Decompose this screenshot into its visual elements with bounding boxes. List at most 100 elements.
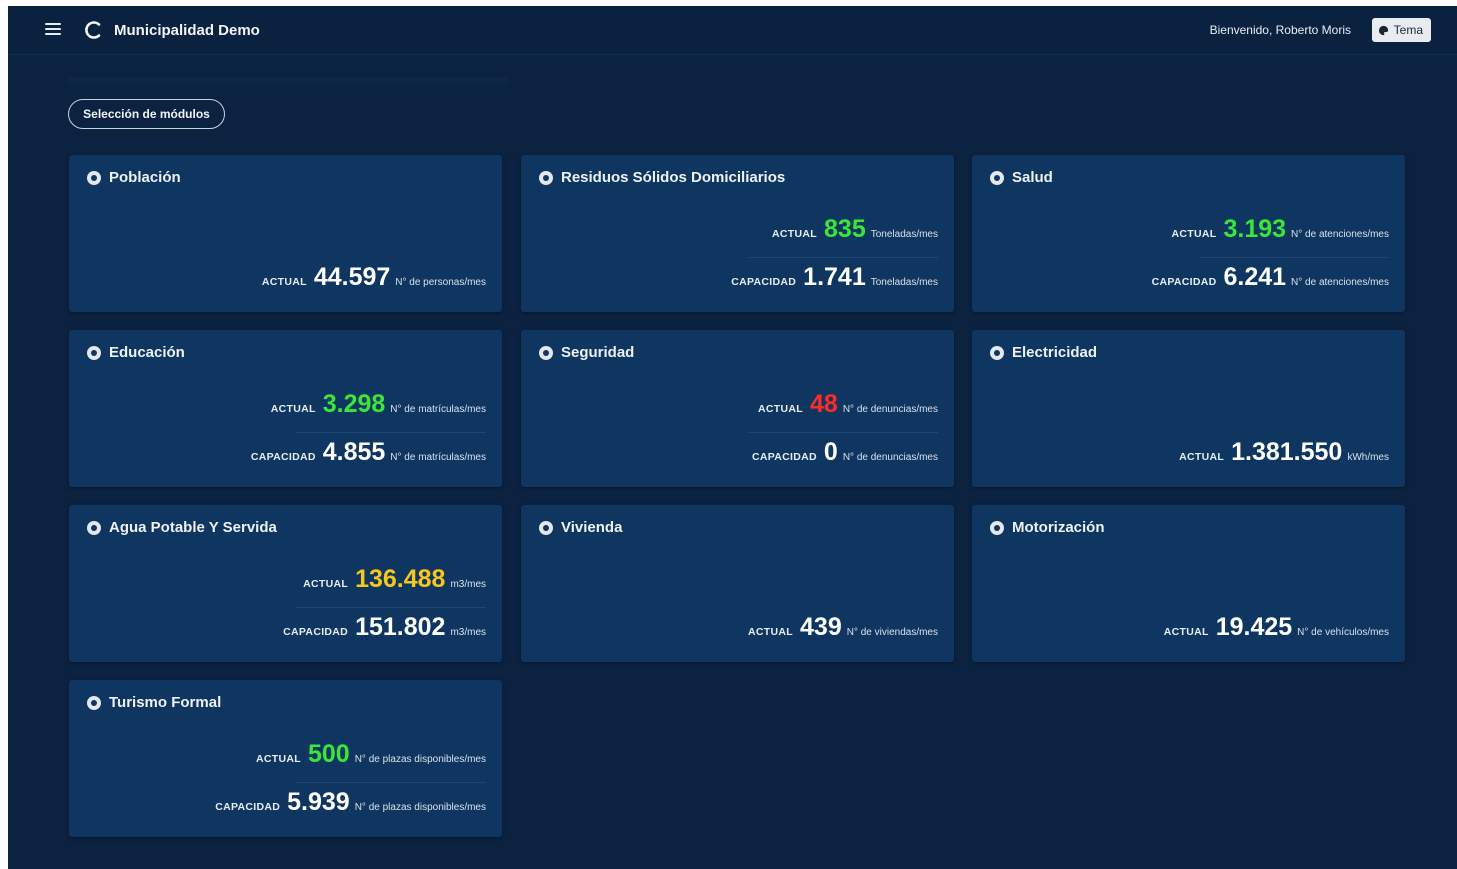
card-title: Electricidad [990,344,1097,361]
actual-unit: m3/mes [450,579,486,590]
actual-label: ACTUAL [303,578,349,590]
capacity-value: 1.741 [803,263,866,291]
capacity-row: CAPACIDAD 4.855 N° de matrículas/mes [251,440,486,465]
card-title: Vivienda [539,519,622,536]
actual-label: ACTUAL [261,276,307,288]
capacity-row: CAPACIDAD 6.241 N° de atenciones/mes [1152,265,1389,290]
actual-value: 136.488 [355,565,446,593]
capacity-label: CAPACIDAD [1151,276,1217,288]
actual-row: ACTUAL 3.298 N° de matrículas/mes [271,392,486,417]
card-title: Educación [87,344,185,361]
row-divider [1199,257,1389,258]
card-title-text: Población [109,169,181,186]
module-card[interactable]: Residuos Sólidos Domiciliarios ACTUAL 83… [521,155,954,312]
actual-value: 439 [800,613,842,641]
card-title-text: Vivienda [561,519,623,536]
capacity-value: 5.939 [287,788,350,816]
actual-value: 500 [307,740,350,768]
card-title-text: Seguridad [561,344,635,361]
actual-label: ACTUAL [772,228,818,240]
module-card[interactable]: Turismo Formal ACTUAL 500 N° de plazas d… [69,680,502,837]
actual-label: ACTUAL [270,403,316,415]
module-card[interactable]: Salud ACTUAL 3.193 N° de atenciones/mes … [972,155,1405,312]
module-icon [990,345,1004,360]
actual-row: ACTUAL 44.597 N° de personas/mes [262,265,486,290]
actual-unit: N° de plazas disponibles/mes [354,754,486,765]
card-title-text: Turismo Formal [109,694,222,711]
actual-row: ACTUAL 835 Toneladas/mes [772,217,938,242]
card-title-text: Electricidad [1012,344,1098,361]
actual-unit: N° de denuncias/mes [842,404,938,415]
capacity-row: CAPACIDAD 1.741 Toneladas/mes [731,265,938,290]
capacity-label: CAPACIDAD [731,276,797,288]
capacity-unit: N° de atenciones/mes [1291,277,1389,288]
module-icon [539,170,553,185]
row-divider [296,432,486,433]
capacity-value: 6.241 [1223,263,1287,291]
actual-label: ACTUAL [758,403,804,415]
capacity-unit: N° de matrículas/mes [390,452,486,463]
actual-row: ACTUAL 19.425 N° de vehículos/mes [1164,615,1389,640]
actual-label: ACTUAL [256,753,301,765]
row-divider [296,782,486,783]
capacity-label: CAPACIDAD [283,626,349,638]
palette-icon [1378,25,1388,35]
actual-unit: N° de vehículos/mes [1297,627,1389,638]
module-card[interactable]: Agua Potable Y Servida ACTUAL 136.488 m3… [69,505,502,662]
theme-button-label: Tema [1393,23,1423,37]
card-title: Turismo Formal [87,694,221,711]
capacity-value: 4.855 [322,438,386,466]
module-card[interactable]: Población ACTUAL 44.597 N° de personas/m… [69,155,502,312]
actual-value: 44.597 [313,263,391,291]
module-icon [990,520,1004,535]
hamburger-menu-icon[interactable] [45,23,61,37]
card-title-text: Agua Potable Y Servida [109,519,277,536]
module-icon [87,695,101,710]
app-title: Municipalidad Demo [114,22,260,39]
capacity-value: 151.802 [355,613,446,641]
capacity-label: CAPACIDAD [215,801,281,813]
module-card[interactable]: Seguridad ACTUAL 48 N° de denuncias/mes … [521,330,954,487]
actual-row: ACTUAL 136.488 m3/mes [303,567,486,592]
module-icon [87,520,101,535]
card-title: Agua Potable Y Servida [87,519,277,536]
scroll-shadow [68,78,508,92]
actual-unit: N° de personas/mes [395,277,486,288]
actual-unit: N° de matrículas/mes [390,404,486,415]
capacity-row: CAPACIDAD 5.939 N° de plazas disponibles… [215,790,486,815]
capacity-unit: N° de plazas disponibles/mes [354,802,486,813]
card-title: Residuos Sólidos Domiciliarios [539,169,785,186]
actual-row: ACTUAL 439 N° de viviendas/mes [748,615,938,640]
card-title-text: Motorización [1012,519,1105,536]
actual-unit: kWh/mes [1347,452,1389,463]
actual-value: 1.381.550 [1231,438,1343,466]
module-card[interactable]: Motorización ACTUAL 19.425 N° de vehícul… [972,505,1405,662]
module-icon [539,345,553,360]
actual-value: 3.193 [1223,215,1287,243]
module-card[interactable]: Educación ACTUAL 3.298 N° de matrículas/… [69,330,502,487]
capacity-unit: m3/mes [450,627,486,638]
theme-button[interactable]: Tema [1371,18,1431,42]
actual-value: 19.425 [1215,613,1293,641]
module-icon [990,170,1004,185]
module-icon [87,170,101,185]
card-title: Seguridad [539,344,634,361]
actual-value: 48 [810,390,838,418]
actual-unit: N° de viviendas/mes [846,627,938,638]
module-selection-button[interactable]: Selección de módulos [68,99,225,129]
logo-icon [85,21,101,39]
capacity-row: CAPACIDAD 151.802 m3/mes [283,615,486,640]
actual-row: ACTUAL 3.193 N° de atenciones/mes [1172,217,1389,242]
welcome-text: Bienvenido, Roberto Moris [1209,23,1351,37]
actual-value: 835 [824,215,866,243]
capacity-label: CAPACIDAD [250,451,316,463]
capacity-row: CAPACIDAD 0 N° de denuncias/mes [752,440,938,465]
capacity-unit: N° de denuncias/mes [842,452,938,463]
module-icon [87,345,101,360]
card-title: Población [87,169,181,186]
card-title-text: Residuos Sólidos Domiciliarios [561,169,786,186]
actual-label: ACTUAL [1163,626,1209,638]
capacity-label: CAPACIDAD [752,451,817,463]
module-card[interactable]: Vivienda ACTUAL 439 N° de viviendas/mes [521,505,954,662]
module-card[interactable]: Electricidad ACTUAL 1.381.550 kWh/mes [972,330,1405,487]
